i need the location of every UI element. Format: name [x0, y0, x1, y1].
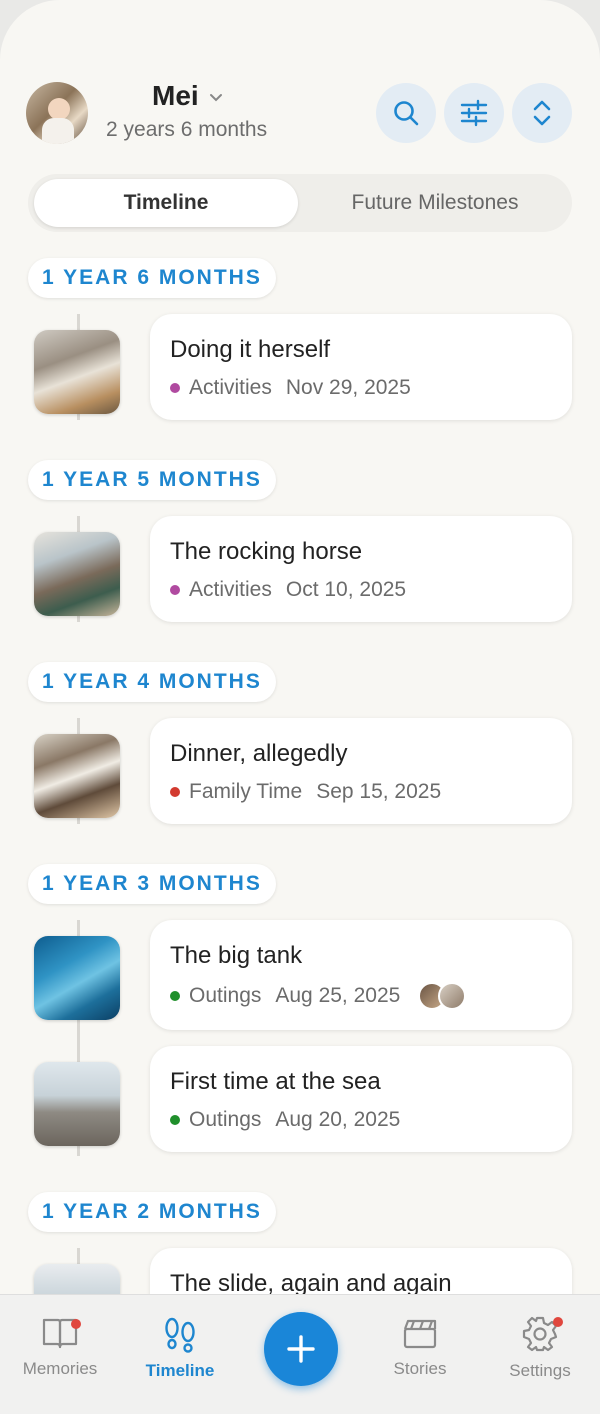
memory-date: Oct 10, 2025	[285, 578, 407, 601]
tab-settings[interactable]: Settings	[485, 1315, 595, 1385]
memory-card[interactable]: The big tank Outings Aug 25, 2025	[150, 920, 572, 1030]
memory-meta: Outings Aug 20, 2025	[170, 1108, 400, 1132]
memory-date: Nov 29, 2025	[285, 376, 411, 399]
plus-icon	[287, 1335, 315, 1363]
notification-badge	[553, 1317, 563, 1327]
category-dot	[170, 991, 180, 1001]
memory-thumbnail[interactable]	[34, 936, 120, 1020]
footprints-icon	[165, 1317, 195, 1353]
tab-memories[interactable]: Memories	[5, 1315, 115, 1385]
attached-photos	[418, 982, 467, 1010]
memory-card[interactable]: Dinner, allegedly Family Time Sep 15, 20…	[150, 718, 572, 824]
memory-card[interactable]: Doing it herself Activities Nov 29, 2025	[150, 314, 572, 420]
child-name: Mei	[152, 80, 199, 111]
memory-title: First time at the sea	[170, 1068, 381, 1095]
memory-card[interactable]: The slide, again and again	[150, 1248, 572, 1294]
chevron-down-icon	[209, 94, 222, 102]
avatar-body	[42, 118, 74, 144]
memory-date: Aug 20, 2025	[275, 1108, 401, 1131]
category-dot	[170, 585, 180, 595]
tab-stories[interactable]: Stories	[365, 1315, 475, 1385]
profile-header: Mei 2 years 6 months	[0, 0, 600, 165]
memory-category: Family Time	[189, 780, 303, 803]
search-button[interactable]	[376, 83, 436, 143]
memory-meta: Activities Oct 10, 2025	[170, 578, 406, 602]
child-avatar[interactable]	[26, 82, 88, 144]
tab-timeline-nav[interactable]: Timeline	[125, 1315, 235, 1385]
filter-button[interactable]	[444, 83, 504, 143]
view-segmented-control: Timeline Future Milestones	[28, 174, 572, 232]
memory-title: The slide, again and again	[170, 1270, 452, 1294]
attached-photo	[438, 982, 467, 1010]
add-memory-button[interactable]	[264, 1312, 338, 1386]
section-age-label: 1 YEAR 2 MONTHS	[28, 1192, 276, 1232]
avatar-face	[48, 98, 70, 120]
section-age-label: 1 YEAR 4 MONTHS	[28, 662, 276, 702]
clapperboard-icon	[403, 1319, 437, 1349]
memory-title: Dinner, allegedly	[170, 740, 348, 767]
memory-title: Doing it herself	[170, 336, 331, 363]
app-screen: Mei 2 years 6 months Timeline Future Mil…	[0, 0, 600, 1414]
child-age: 2 years 6 months	[106, 118, 268, 141]
memory-thumbnail[interactable]	[34, 734, 120, 818]
memory-thumbnail[interactable]	[34, 330, 120, 414]
search-icon	[394, 101, 419, 126]
category-dot	[170, 1115, 180, 1125]
sliders-icon	[460, 99, 488, 127]
category-dot	[170, 787, 180, 797]
tab-label: Settings	[509, 1361, 571, 1380]
memory-card[interactable]: First time at the sea Outings Aug 20, 20…	[150, 1046, 572, 1152]
timeline-list[interactable]: 1 YEAR 6 MONTHS Doing it herself Activit…	[0, 240, 600, 1294]
child-switcher[interactable]: Mei	[152, 80, 223, 112]
memory-title: The big tank	[170, 942, 303, 969]
section-age-label: 1 YEAR 5 MONTHS	[28, 460, 276, 500]
category-dot	[170, 383, 180, 393]
memory-date: Sep 15, 2025	[316, 780, 442, 803]
memory-card[interactable]: The rocking horse Activities Oct 10, 202…	[150, 516, 572, 622]
memory-thumbnail[interactable]	[34, 1062, 120, 1146]
section-age-label: 1 YEAR 3 MONTHS	[28, 864, 276, 904]
memory-title: The rocking horse	[170, 538, 363, 565]
tab-label: Timeline	[145, 1361, 215, 1380]
section-age-label: 1 YEAR 6 MONTHS	[28, 258, 276, 298]
memory-date: Aug 25, 2025	[275, 984, 401, 1007]
tab-future-milestones[interactable]: Future Milestones	[304, 179, 566, 227]
memory-thumbnail[interactable]	[34, 532, 120, 616]
memory-meta: Family Time Sep 15, 2025	[170, 780, 441, 804]
memory-category: Activities	[189, 578, 272, 601]
tab-label: Stories	[393, 1359, 447, 1378]
memory-category: Outings	[189, 1108, 262, 1131]
chevron-up-down-icon	[533, 100, 551, 126]
notification-badge	[71, 1319, 81, 1329]
memory-category: Activities	[189, 376, 272, 399]
memory-meta: Outings Aug 25, 2025	[170, 982, 467, 1010]
memory-meta: Activities Nov 29, 2025	[170, 376, 411, 400]
expand-collapse-button[interactable]	[512, 83, 572, 143]
tab-timeline[interactable]: Timeline	[34, 179, 298, 227]
memory-thumbnail[interactable]	[34, 1264, 120, 1294]
tab-label: Memories	[22, 1359, 98, 1378]
memory-category: Outings	[189, 984, 262, 1007]
